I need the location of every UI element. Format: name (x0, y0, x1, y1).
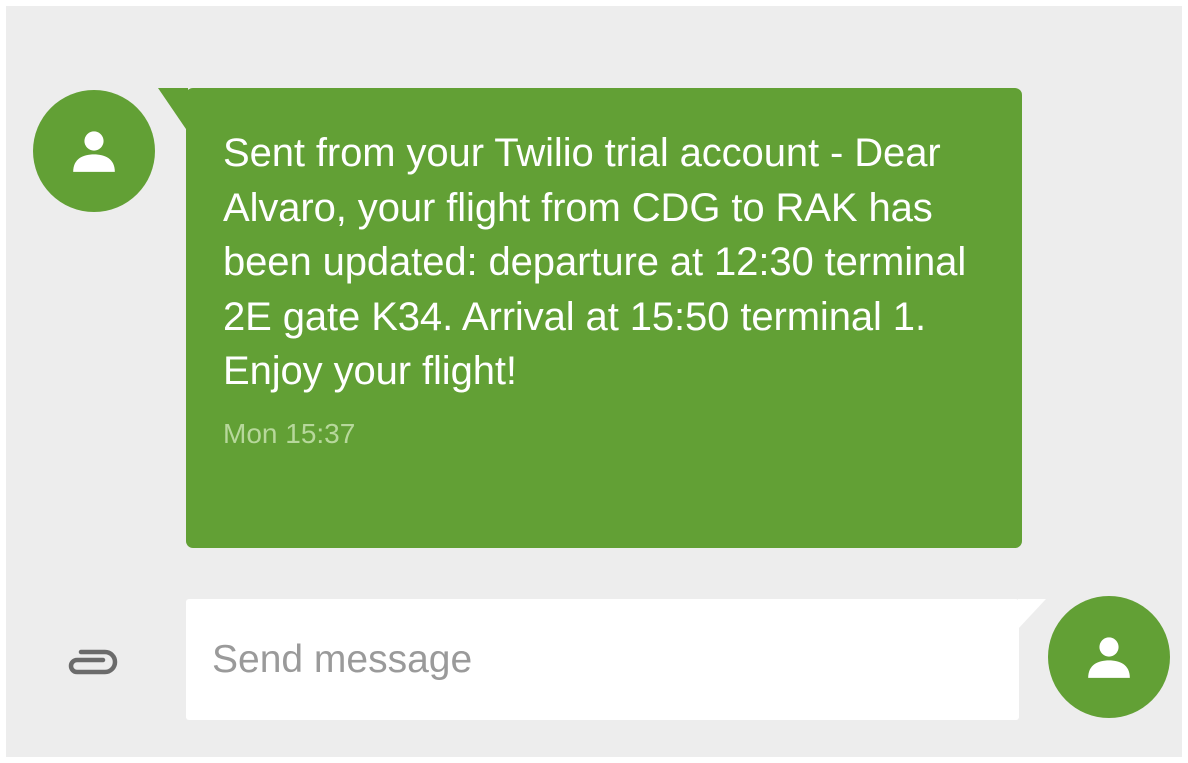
person-icon (1088, 637, 1130, 678)
message-timestamp: Mon 15:37 (223, 417, 356, 449)
attach-button[interactable] (56, 640, 128, 684)
message-bubble-tail (158, 88, 188, 132)
paperclip-icon (68, 649, 118, 675)
sender-avatar[interactable] (33, 90, 155, 212)
person-icon (73, 131, 115, 172)
incoming-message-bubble[interactable]: Sent from your Twilio trial account - De… (186, 88, 1022, 548)
send-avatar-button[interactable] (1048, 596, 1170, 718)
send-message-input[interactable] (212, 637, 992, 682)
composer-tail (1018, 599, 1046, 629)
message-composer[interactable] (186, 599, 1019, 720)
message-text: Sent from your Twilio trial account - De… (223, 131, 967, 393)
conversation-screen: Sent from your Twilio trial account - De… (6, 6, 1182, 757)
